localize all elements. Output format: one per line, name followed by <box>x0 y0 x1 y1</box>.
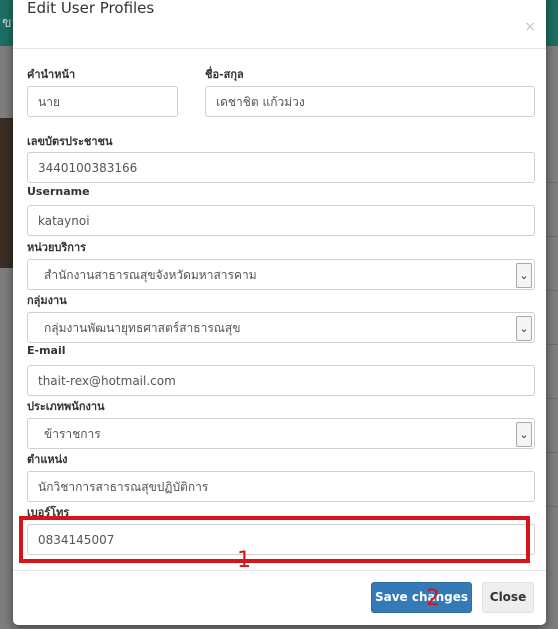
unit-select-value: สำนักงานสาธารณสุขจังหวัดมหาสารคาม <box>44 268 257 282</box>
modal-title: Edit User Profiles <box>27 0 155 17</box>
prefix-input[interactable]: นาย <box>27 86 178 117</box>
highlight-box <box>19 516 530 563</box>
workgroup-label: กลุ่มงาน <box>27 294 67 307</box>
employee-type-label: ประเภทพนักงาน <box>27 400 105 413</box>
email-label: E-mail <box>27 344 66 357</box>
unit-label: หน่วยบริการ <box>27 241 87 254</box>
username-label: Username <box>27 185 90 198</box>
position-label: ตำแหน่ง <box>27 453 68 466</box>
close-button[interactable]: Close <box>482 582 534 613</box>
fullname-input[interactable]: เดชาชิต แก้วม่วง <box>205 86 535 117</box>
position-input[interactable]: นักวิชาการสาธารณสุขปฏิบัติการ <box>27 471 535 502</box>
prefix-label: คำนำหน้า <box>27 68 76 81</box>
unit-select[interactable]: สำนักงานสาธารณสุขจังหวัดมหาสารคาม ⌄ <box>27 259 535 290</box>
id-card-input[interactable]: 3440100383166 <box>27 152 535 183</box>
header-divider <box>13 48 546 49</box>
email-input[interactable]: thait-rex@hotmail.com <box>27 365 535 396</box>
annotation-marker-2: 2 <box>426 586 440 611</box>
workgroup-select-value: กลุ่มงานพัฒนายุทธศาสตร์สาธารณสุข <box>44 321 241 335</box>
username-input[interactable]: kataynoi <box>27 205 535 236</box>
save-changes-button[interactable]: Save changes <box>371 582 472 613</box>
employee-type-select-value: ข้าราชการ <box>44 427 101 441</box>
fullname-label: ชื่อ-สกุล <box>205 68 244 81</box>
chevron-down-icon[interactable]: ⌄ <box>516 263 532 288</box>
chevron-down-icon[interactable]: ⌄ <box>516 316 532 341</box>
chevron-down-icon[interactable]: ⌄ <box>516 422 532 447</box>
employee-type-select[interactable]: ข้าราชการ ⌄ <box>27 418 535 449</box>
edit-user-modal: Edit User Profiles × คำนำหน้า นาย ชื่อ-ส… <box>13 0 546 625</box>
close-icon[interactable]: × <box>524 19 536 35</box>
id-card-label: เลขบัตรประชาชน <box>27 135 113 148</box>
footer-divider <box>13 570 546 571</box>
workgroup-select[interactable]: กลุ่มงานพัฒนายุทธศาสตร์สาธารณสุข ⌄ <box>27 312 535 343</box>
